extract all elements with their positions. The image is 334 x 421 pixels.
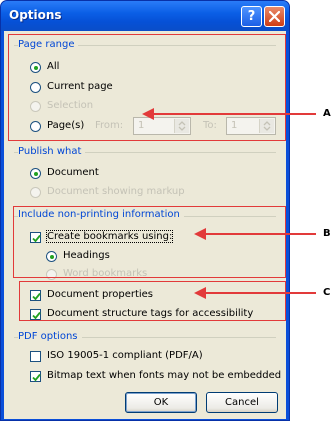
arrow-a-icon [142,108,316,120]
annotation-label-c: C [323,287,331,298]
arrow-c-icon [194,287,316,299]
annotation-label-a: A [323,108,331,119]
arrow-b-icon [194,228,316,240]
annotation-arrows [142,108,316,299]
annotation-label-b: B [323,228,331,239]
